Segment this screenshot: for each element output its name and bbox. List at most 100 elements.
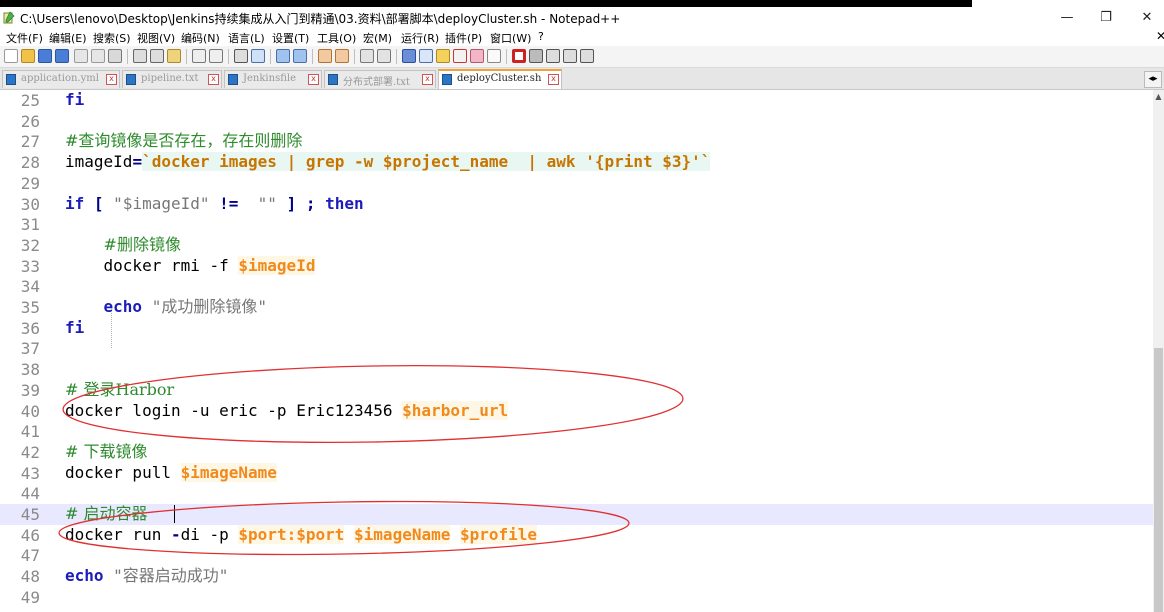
- code-editor[interactable]: 25 fi 26 27 #查询镜像是否存在，存在则删除 28 imageId=`docker…: [0, 90, 1153, 612]
- menu-help[interactable]: ?: [538, 30, 544, 43]
- menu-search[interactable]: 搜索(S): [93, 30, 131, 46]
- code-line[interactable]: 31: [0, 214, 1153, 235]
- code-line[interactable]: 42 # 下载镜像: [0, 442, 1153, 463]
- close-button[interactable]: ✕: [1132, 8, 1162, 28]
- code-line[interactable]: 35 echo "成功删除镜像": [0, 297, 1153, 318]
- cut-icon[interactable]: [133, 49, 147, 63]
- zoom-in-icon[interactable]: [276, 49, 290, 63]
- menu-close-doc-button[interactable]: ✕: [1156, 29, 1164, 43]
- user-language-icon[interactable]: [419, 49, 433, 63]
- toolbar-separator: [270, 49, 271, 64]
- code-line[interactable]: 43 docker pull $imageName: [0, 462, 1153, 484]
- close-tab-button[interactable]: x: [106, 74, 117, 85]
- close-file-icon[interactable]: [74, 49, 88, 63]
- menu-window[interactable]: 窗口(W): [490, 30, 531, 46]
- code-line[interactable]: 25 fi: [0, 90, 1153, 111]
- code-text: echo "成功删除镜像": [65, 297, 267, 317]
- tab-application-yml[interactable]: application.yml x: [2, 70, 120, 88]
- new-file-icon[interactable]: [4, 49, 18, 63]
- menu-tools[interactable]: 工具(O): [317, 30, 356, 46]
- record-macro-icon[interactable]: [512, 49, 526, 63]
- play-macro-icon[interactable]: [546, 49, 560, 63]
- line-number: 42: [20, 442, 40, 462]
- code-line[interactable]: 36 fi: [0, 318, 1153, 339]
- code-token: docker rmi -f: [65, 255, 239, 275]
- doc-map-icon[interactable]: [436, 49, 450, 63]
- code-line[interactable]: 44: [0, 483, 1153, 504]
- code-line[interactable]: 49: [0, 587, 1153, 608]
- code-line[interactable]: 28 imageId=`docker images | grep -w $proj…: [0, 152, 1153, 173]
- code-line[interactable]: 27 #查询镜像是否存在，存在则删除: [0, 131, 1153, 152]
- word-wrap-icon[interactable]: [360, 49, 374, 63]
- code-line[interactable]: 39 # 登录Harbor: [0, 380, 1153, 401]
- code-line[interactable]: 30 if [ "$imageId" != "" ] ; then: [0, 194, 1153, 215]
- menu-language[interactable]: 语言(L): [228, 30, 265, 46]
- code-line[interactable]: 45 # 启动容器: [0, 504, 1153, 525]
- menu-edit[interactable]: 编辑(E): [49, 30, 87, 46]
- close-tab-button[interactable]: x: [208, 74, 219, 85]
- code-line[interactable]: 38: [0, 359, 1153, 380]
- copy-icon[interactable]: [150, 49, 164, 63]
- print-icon[interactable]: [108, 49, 122, 63]
- code-line[interactable]: 47: [0, 545, 1153, 566]
- save-all-icon[interactable]: [55, 49, 69, 63]
- open-file-icon[interactable]: [21, 49, 35, 63]
- sync-vertical-icon[interactable]: [318, 49, 332, 63]
- vertical-scrollbar[interactable]: ▲: [1153, 90, 1164, 612]
- code-line[interactable]: 34: [0, 276, 1153, 297]
- code-line[interactable]: 29: [0, 173, 1153, 194]
- menu-plugins[interactable]: 插件(P): [445, 30, 482, 46]
- scrollbar-thumb[interactable]: [1154, 348, 1163, 612]
- menu-settings[interactable]: 设置(T): [272, 30, 309, 46]
- tab-deploycluster-sh[interactable]: deployCluster.sh x: [438, 69, 562, 89]
- minimize-button[interactable]: —: [1052, 8, 1082, 28]
- menu-macro[interactable]: 宏(M): [363, 30, 392, 46]
- toolbar-separator: [186, 49, 187, 64]
- zoom-out-icon[interactable]: [293, 49, 307, 63]
- code-line[interactable]: 41: [0, 421, 1153, 442]
- menu-view[interactable]: 视图(V): [137, 30, 175, 46]
- tab-scroll-arrows[interactable]: ◂▸: [1144, 71, 1162, 88]
- monitoring-icon[interactable]: [487, 49, 501, 63]
- tab-jenkinsfile[interactable]: Jenkinsfile x: [224, 70, 322, 88]
- code-line[interactable]: 37: [0, 338, 1153, 359]
- code-token: docker pull: [65, 462, 181, 482]
- close-tab-button[interactable]: x: [422, 74, 433, 85]
- code-line[interactable]: 48 echo "容器启动成功": [0, 566, 1153, 587]
- line-number: 39: [20, 380, 40, 400]
- sync-horizontal-icon[interactable]: [335, 49, 349, 63]
- run-macro-multiple-icon[interactable]: [563, 49, 577, 63]
- undo-icon[interactable]: [192, 49, 206, 63]
- file-icon: [6, 74, 16, 85]
- show-all-characters-icon[interactable]: [377, 49, 391, 63]
- save-icon[interactable]: [38, 49, 52, 63]
- stop-macro-icon[interactable]: [529, 49, 543, 63]
- close-all-icon[interactable]: [91, 49, 105, 63]
- redo-icon[interactable]: [209, 49, 223, 63]
- indent-guide-icon[interactable]: [402, 49, 416, 63]
- folder-as-workspace-icon[interactable]: [470, 49, 484, 63]
- find-icon[interactable]: [234, 49, 248, 63]
- function-list-icon[interactable]: [453, 49, 467, 63]
- save-macro-icon[interactable]: [580, 49, 594, 63]
- code-token: "成功删除镜像": [142, 297, 267, 316]
- code-line[interactable]: 26: [0, 111, 1153, 132]
- replace-icon[interactable]: [251, 49, 265, 63]
- scroll-up-arrow-icon[interactable]: ▲: [1153, 92, 1164, 102]
- close-tab-button[interactable]: x: [548, 74, 559, 85]
- code-line[interactable]: 32 #删除镜像: [0, 235, 1153, 256]
- toolbar-separator: [127, 49, 128, 64]
- code-line[interactable]: 40 docker login -u eric -p Eric123456 $ha…: [0, 400, 1153, 422]
- restore-button[interactable]: ❐: [1091, 8, 1121, 28]
- code-token: #查询镜像是否存在，存在则删除: [65, 131, 303, 151]
- tab-pipeline-txt[interactable]: pipeline.txt x: [122, 70, 222, 88]
- menu-run[interactable]: 运行(R): [401, 30, 439, 46]
- paste-icon[interactable]: [167, 49, 181, 63]
- code-line[interactable]: 46 docker run -di -p $port:$port $imageNa…: [0, 524, 1153, 546]
- code-line[interactable]: 33 docker rmi -f $imageId: [0, 255, 1153, 277]
- menu-encoding[interactable]: 编码(N): [181, 30, 220, 46]
- code-token: =: [132, 152, 143, 172]
- close-tab-button[interactable]: x: [308, 74, 319, 85]
- menu-file[interactable]: 文件(F): [6, 30, 43, 46]
- tab-distributed-deploy-txt[interactable]: 分布式部署.txt x: [324, 70, 436, 88]
